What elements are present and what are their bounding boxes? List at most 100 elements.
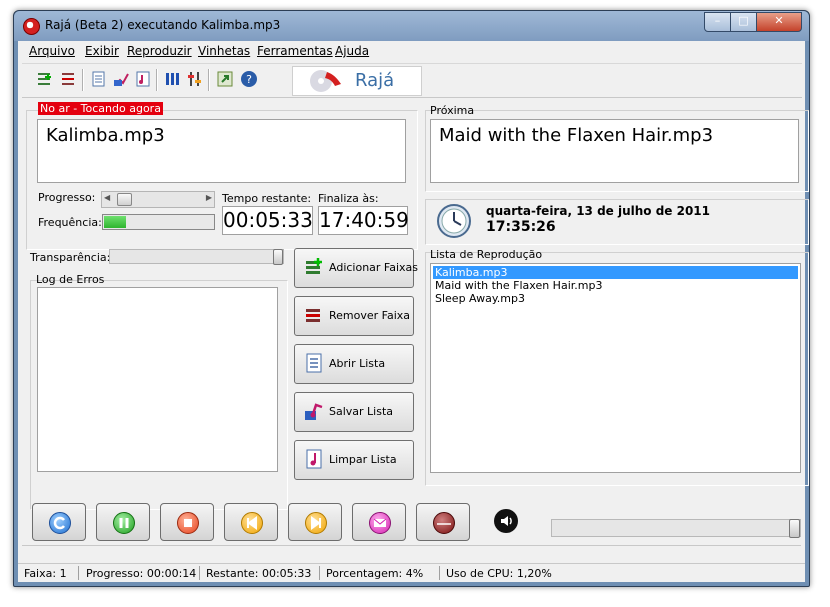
frequency-label: Frequência: [38,216,102,229]
status-divider [319,566,320,580]
save-list-button[interactable]: Salvar Lista [294,392,414,432]
app-logo: Rajá [292,66,422,96]
remaining-label: Tempo restante: [222,192,312,205]
playlist-icon[interactable] [90,70,108,88]
clear-playlist-icon[interactable] [134,70,152,88]
frequency-meter [102,214,215,230]
clear-list-label: Limpar Lista [329,453,397,466]
open-list-label: Abrir Lista [329,357,386,370]
record-icon [433,512,455,534]
error-log-label: Log de Erros [36,273,105,286]
add-tracks-button[interactable]: Adicionar Faixas [294,248,418,288]
remove-track-icon [306,309,320,322]
next-box: Maid with the Flaxen Hair.mp3 [430,119,799,183]
open-list-button[interactable]: Abrir Lista [294,344,414,384]
clear-list-icon [306,449,322,469]
menu-arquivo[interactable]: Arquivo [29,44,75,58]
app-window: Rajá (Beta 2) executando Kalimba.mp3 – □… [13,10,810,587]
clock-time: 17:35:26 [486,219,556,235]
transparency-thumb[interactable] [273,249,283,265]
status-divider [439,566,440,580]
refresh-button[interactable] [32,503,86,541]
pause-icon [113,512,135,534]
next-button[interactable] [288,503,342,541]
playlist-item[interactable]: Kalimba.mp3 [433,266,798,279]
svg-text:?: ? [246,73,252,86]
maximize-button[interactable]: □ [730,12,757,32]
ends-time: 17:40:59 [318,206,409,235]
status-remaining: Restante: 00:05:33 [206,567,312,580]
status-percent: Porcentagem: 4% [326,567,424,580]
toolbar-separator [82,69,84,91]
minimize-button[interactable]: – [704,12,731,32]
on-air-badge: No ar - Tocando agora [38,102,163,115]
volume-slider[interactable] [551,519,801,538]
transparency-label: Transparência: [30,251,111,264]
playlist-item[interactable]: Sleep Away.mp3 [433,292,798,305]
menu-reproduzir[interactable]: Reproduzir [127,44,192,58]
toolbar-separator [208,69,210,91]
toolbar: ? Rajá [22,63,802,98]
close-button[interactable]: ✕ [756,12,802,32]
logo-text: Rajá [355,70,395,91]
progress-slider[interactable]: ◀ ▶ [101,191,215,208]
status-bar: Faixa: 1 Progresso: 00:00:14 Restante: 0… [18,563,805,582]
now-playing-box: Kalimba.mp3 [37,119,406,183]
status-track: Faixa: 1 [24,567,67,580]
open-list-icon [306,353,322,373]
menu-vinhetas[interactable]: Vinhetas [198,44,250,58]
remove-track-label: Remover Faixa [329,309,411,322]
next-track: Maid with the Flaxen Hair.mp3 [439,125,714,146]
previous-button[interactable] [224,503,278,541]
clear-list-button[interactable]: Limpar Lista [294,440,414,480]
menu-ferramentas[interactable]: Ferramentas [257,44,333,58]
client-area: Arquivo Exibir Reproduzir Vinhetas Ferra… [18,41,809,582]
mail-button[interactable] [352,503,406,541]
playlist-label: Lista de Reprodução [430,248,543,261]
error-log-box[interactable] [37,287,278,472]
status-cpu: Uso de CPU: 1,20% [446,567,552,580]
menu-ajuda[interactable]: Ajuda [335,44,369,58]
save-list-label: Salvar Lista [329,405,394,418]
logo-mark-icon [310,70,341,92]
menu-exibir[interactable]: Exibir [85,44,119,58]
scroll-left-icon: ◀ [104,193,111,202]
save-playlist-icon[interactable] [112,70,130,88]
window-title: Rajá (Beta 2) executando Kalimba.mp3 [45,18,281,32]
now-playing-track: Kalimba.mp3 [46,125,165,146]
status-divider [199,566,200,580]
next-icon [305,512,327,534]
status-progress: Progresso: 00:00:14 [86,567,197,580]
volume-thumb[interactable] [789,519,800,538]
progress-label: Progresso: [38,191,96,204]
pause-button[interactable] [96,503,150,541]
remove-track-button[interactable]: Remover Faixa [294,296,414,336]
menu-bar: Arquivo Exibir Reproduzir Vinhetas Ferra… [18,41,805,61]
remaining-time: 00:05:33 [222,206,313,235]
add-tracks-icon[interactable] [36,70,54,88]
transparency-slider[interactable] [109,249,284,265]
remove-track-icon[interactable] [60,70,78,88]
toolbar-separator [156,69,158,91]
mail-icon [369,512,391,534]
volume-icon[interactable] [494,509,518,533]
playlist-item[interactable]: Maid with the Flaxen Hair.mp3 [433,279,798,292]
refresh-icon [49,512,71,534]
clock-date: quarta-feira, 13 de julho de 2011 [486,204,711,218]
help-icon[interactable]: ? [240,70,258,88]
previous-icon [241,512,263,534]
mixer-icon[interactable] [186,70,204,88]
record-button[interactable] [416,503,470,541]
app-icon [23,18,40,35]
stop-icon [177,512,199,534]
playlist-listbox[interactable]: Kalimba.mp3 Maid with the Flaxen Hair.mp… [430,263,801,473]
progress-thumb[interactable] [117,193,132,206]
save-list-icon [305,403,323,420]
scroll-right-icon: ▶ [205,193,212,202]
equalizer-icon[interactable] [164,70,182,88]
export-icon[interactable] [216,70,234,88]
next-label: Próxima [430,104,475,117]
stop-button[interactable] [160,503,214,541]
add-tracks-icon [306,258,322,274]
title-bar[interactable]: Rajá (Beta 2) executando Kalimba.mp3 – □… [14,11,809,41]
